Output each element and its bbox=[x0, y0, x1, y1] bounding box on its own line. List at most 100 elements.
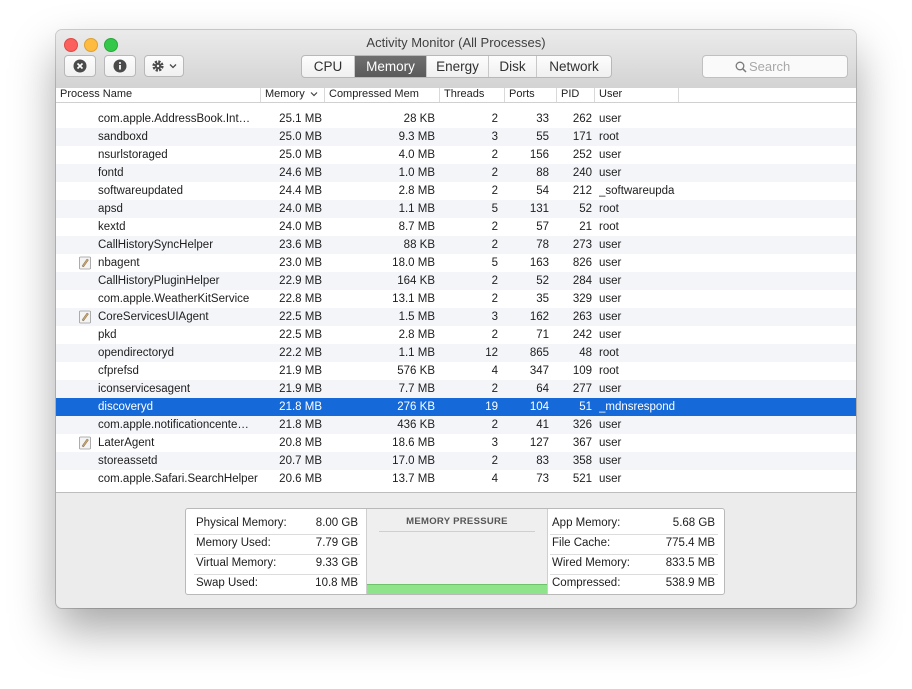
user-cell: _mdnsrespond bbox=[599, 401, 676, 413]
process-name-cell: storeassetd bbox=[98, 455, 158, 467]
compressed-mem-cell: 2.8 MB bbox=[398, 185, 435, 197]
ports-cell: 127 bbox=[529, 437, 549, 449]
memory-cell: 25.0 MB bbox=[279, 149, 322, 161]
compressed-mem-cell: 13.1 MB bbox=[392, 293, 435, 305]
tab-memory[interactable]: Memory bbox=[354, 56, 426, 77]
table-row[interactable]: nbagent 23.0 MB 18.0 MB 5 163 826 user bbox=[56, 254, 856, 272]
search-field[interactable] bbox=[702, 55, 848, 78]
ports-cell: 73 bbox=[536, 473, 549, 485]
table-row[interactable]: com.apple.AddressBook.Int… 25.1 MB 28 KB 2 3… bbox=[56, 110, 856, 128]
user-cell: user bbox=[599, 311, 622, 323]
physical-memory-value: 8.00 GB bbox=[315, 517, 358, 529]
memory-cell: 22.2 MB bbox=[279, 347, 322, 359]
user-cell: user bbox=[599, 383, 622, 395]
ports-cell: 64 bbox=[536, 383, 549, 395]
memory-pressure-title: MEMORY PRESSURE bbox=[406, 516, 508, 527]
table-row[interactable]: storeassetd 20.7 MB 17.0 MB 2 83 358 user bbox=[56, 452, 856, 470]
search-input[interactable] bbox=[749, 58, 843, 74]
compressed-mem-cell: 1.0 MB bbox=[398, 167, 435, 179]
pid-cell: 263 bbox=[572, 311, 592, 323]
compressed-mem-cell: 8.7 MB bbox=[398, 221, 435, 233]
memory-cell: 24.4 MB bbox=[279, 185, 322, 197]
info-icon bbox=[113, 59, 127, 73]
tab-cpu[interactable]: CPU bbox=[302, 56, 354, 77]
threads-cell: 2 bbox=[491, 275, 498, 287]
user-cell: user bbox=[599, 455, 622, 467]
compressed-label: Compressed: bbox=[552, 577, 621, 589]
process-name-cell: nsurlstoraged bbox=[98, 149, 168, 161]
user-cell: user bbox=[599, 419, 622, 431]
pid-cell: 240 bbox=[572, 167, 592, 179]
memory-pressure-graph: MEMORY PRESSURE bbox=[366, 509, 548, 594]
memory-pressure-bar bbox=[367, 584, 547, 594]
table-row[interactable]: pkd 22.5 MB 2.8 MB 2 71 242 user bbox=[56, 326, 856, 344]
table-row[interactable]: com.apple.notificationcente… 21.8 MB 436 K… bbox=[56, 416, 856, 434]
user-cell: root bbox=[599, 203, 619, 215]
ports-cell: 163 bbox=[529, 257, 549, 269]
pid-cell: 21 bbox=[579, 221, 592, 233]
user-cell: root bbox=[599, 131, 619, 143]
table-row[interactable]: CoreServicesUIAgent 22.5 MB 1.5 MB 3 162 263 u… bbox=[56, 308, 856, 326]
virtual-memory-value: 9.33 GB bbox=[315, 557, 358, 569]
threads-cell: 2 bbox=[491, 149, 498, 161]
table-row[interactable]: iconservicesagent 21.9 MB 7.7 MB 2 64 277 user bbox=[56, 380, 856, 398]
table-row[interactable]: apsd 24.0 MB 1.1 MB 5 131 52 root bbox=[56, 200, 856, 218]
process-name-cell: CallHistorySyncHelper bbox=[98, 239, 214, 251]
inspect-process-button[interactable] bbox=[104, 55, 136, 77]
memory-used-label: Memory Used: bbox=[196, 537, 271, 549]
file-cache-value: 775.4 MB bbox=[665, 537, 715, 549]
column-header-user[interactable]: User bbox=[595, 88, 679, 102]
pid-cell: 51 bbox=[579, 401, 592, 413]
column-header-threads[interactable]: Threads bbox=[440, 88, 505, 102]
tab-disk[interactable]: Disk bbox=[488, 56, 536, 77]
ports-cell: 52 bbox=[536, 275, 549, 287]
user-cell: user bbox=[599, 437, 622, 449]
table-row[interactable]: CallHistoryPluginHelper 22.9 MB 164 KB 2 52 2… bbox=[56, 272, 856, 290]
process-name-cell: apsd bbox=[98, 203, 123, 215]
memory-cell: 22.5 MB bbox=[279, 311, 322, 323]
stop-process-button[interactable] bbox=[64, 55, 96, 77]
column-header-pid[interactable]: PID bbox=[557, 88, 595, 102]
tab-energy[interactable]: Energy bbox=[426, 56, 488, 77]
user-cell: user bbox=[599, 329, 622, 341]
table-row[interactable]: com.apple.Safari.SearchHelper 20.6 MB 13.7… bbox=[56, 470, 856, 488]
column-header-compressed-mem[interactable]: Compressed Mem bbox=[325, 88, 440, 102]
activity-monitor-window: Activity Monitor (All Processes) CPU Mem… bbox=[56, 30, 856, 608]
table-row[interactable]: nsurlstoraged 25.0 MB 4.0 MB 2 156 252 user bbox=[56, 146, 856, 164]
table-row-selected[interactable]: discoveryd 21.8 MB 276 KB 19 104 51 _mdnsrespo… bbox=[56, 398, 856, 416]
memory-cell: 20.7 MB bbox=[279, 455, 322, 467]
table-row[interactable]: fontd 24.6 MB 1.0 MB 2 88 240 user bbox=[56, 164, 856, 182]
table-row[interactable]: softwareupdated 24.4 MB 2.8 MB 2 54 212 _softw… bbox=[56, 182, 856, 200]
pid-cell: 109 bbox=[572, 365, 592, 377]
table-row[interactable]: cfprefsd 21.9 MB 576 KB 4 347 109 root bbox=[56, 362, 856, 380]
ports-cell: 162 bbox=[529, 311, 549, 323]
threads-cell: 3 bbox=[491, 311, 498, 323]
table-row[interactable]: LaterAgent 20.8 MB 18.6 MB 3 127 367 user bbox=[56, 434, 856, 452]
table-row[interactable]: CallHistorySyncHelper 23.6 MB 88 KB 2 78 273 u… bbox=[56, 236, 856, 254]
column-header-memory[interactable]: Memory bbox=[261, 88, 325, 102]
tab-network[interactable]: Network bbox=[536, 56, 611, 77]
user-cell: user bbox=[599, 113, 622, 125]
compressed-mem-cell: 276 KB bbox=[397, 401, 435, 413]
column-header-ports[interactable]: Ports bbox=[505, 88, 557, 102]
compressed-mem-cell: 18.0 MB bbox=[392, 257, 435, 269]
memory-cell: 21.9 MB bbox=[279, 383, 322, 395]
action-menu-button[interactable] bbox=[144, 55, 184, 77]
process-name-cell: kextd bbox=[98, 221, 126, 233]
ports-cell: 55 bbox=[536, 131, 549, 143]
compressed-mem-cell: 1.5 MB bbox=[398, 311, 435, 323]
compressed-value: 538.9 MB bbox=[665, 577, 715, 589]
chevron-down-icon bbox=[169, 64, 177, 69]
compressed-mem-cell: 28 KB bbox=[403, 113, 435, 125]
table-row[interactable]: opendirectoryd 22.2 MB 1.1 MB 12 865 48 root bbox=[56, 344, 856, 362]
file-cache-label: File Cache: bbox=[552, 537, 611, 549]
column-header-process-name[interactable]: Process Name bbox=[56, 88, 261, 102]
compressed-mem-cell: 7.7 MB bbox=[398, 383, 435, 395]
threads-cell: 2 bbox=[491, 113, 498, 125]
table-row[interactable]: sandboxd 25.0 MB 9.3 MB 3 55 171 root bbox=[56, 128, 856, 146]
user-cell: user bbox=[599, 149, 622, 161]
process-name-cell: opendirectoryd bbox=[98, 347, 175, 359]
table-row[interactable]: kextd 24.0 MB 8.7 MB 2 57 21 root bbox=[56, 218, 856, 236]
memory-summary-panel: Physical Memory: 8.00 GB Memory Used: 7.… bbox=[185, 508, 725, 595]
table-row[interactable]: com.apple.WeatherKitService 22.8 MB 13.1 M… bbox=[56, 290, 856, 308]
